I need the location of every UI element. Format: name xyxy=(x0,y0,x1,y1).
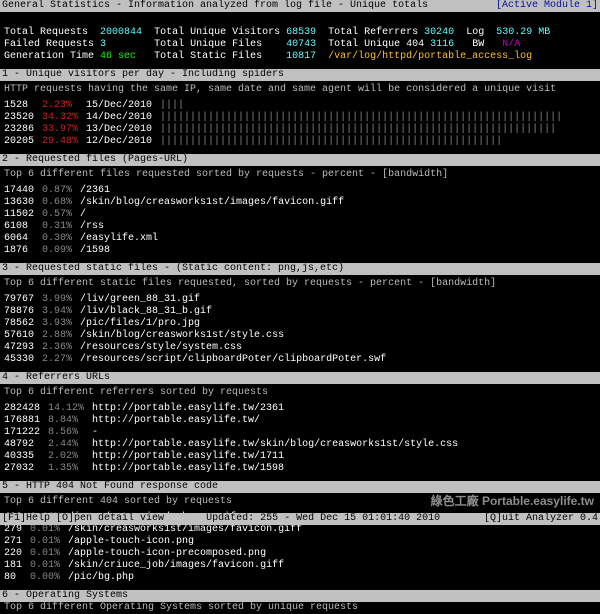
table-row: 800.00%/pic/bg.php xyxy=(4,572,310,584)
table-row: 472932.36%/resources/style/system.css xyxy=(4,342,394,354)
table-row: 1810.01%/skin/criuce_job/images/favicon.… xyxy=(4,560,310,572)
referrers-table: 28242814.12%http://portable.easylife.tw/… xyxy=(4,403,466,475)
table-row: 797673.99%/liv/green_88_31.gif xyxy=(4,294,394,306)
section3-body: Top 6 different static files requested, … xyxy=(0,275,600,372)
table-row: 2352034.32%14/Dec/2010||||||||||||||||||… xyxy=(4,112,570,124)
total-static-files: 10817 xyxy=(286,51,316,62)
total-unique-visitors: 68539 xyxy=(286,27,316,38)
section2-header[interactable]: 2 - Requested files (Pages-URL) xyxy=(0,154,600,166)
visitors-table: 15282.23%15/Dec/2010|||| 2352034.32%14/D… xyxy=(4,100,570,148)
table-row: 2710.01%/apple-touch-icon.png xyxy=(4,536,310,548)
files-table: 174400.87%/2361 136300.68%/skin/blog/cre… xyxy=(4,185,352,257)
generation-time: 46 sec xyxy=(100,51,136,62)
bw-value: N/A xyxy=(502,39,520,50)
table-row: 115020.57%/ xyxy=(4,209,352,221)
table-row: 18760.09%/1598 xyxy=(4,245,352,257)
table-row: 788763.94%/liv/black_88_31_b.gif xyxy=(4,306,394,318)
summary-block: Total Requests 2000844 Total Unique Visi… xyxy=(0,12,600,69)
general-header: [Active Module 1] General Statistics - I… xyxy=(0,0,600,12)
section2-body: Top 6 different files requested sorted b… xyxy=(0,166,600,263)
total-unique-404: 3116 xyxy=(430,39,454,50)
table-row: 403352.02%http://portable.easylife.tw/17… xyxy=(4,451,466,463)
table-row: 2020529.48%12/Dec/2010||||||||||||||||||… xyxy=(4,136,570,148)
active-module-label: [Active Module 1] xyxy=(496,0,598,12)
section5-header[interactable]: 5 - HTTP 404 Not Found response code xyxy=(0,481,600,493)
table-row: 15282.23%15/Dec/2010|||| xyxy=(4,100,570,112)
table-row: 2200.01%/apple-touch-icon-precomposed.pn… xyxy=(4,548,310,560)
log-path: /var/log/httpd/portable_access_log xyxy=(328,51,532,62)
table-row: 60640.30%/easylife.xml xyxy=(4,233,352,245)
section4-body: Top 6 different referrers sorted by requ… xyxy=(0,384,600,481)
table-row: 2790.01%/skin/creasworks1st/images/favic… xyxy=(4,524,310,536)
total-requests: 2000844 xyxy=(100,27,142,38)
section1-header[interactable]: 1 - Unique visitors per day - Including … xyxy=(0,69,600,81)
table-row: 2328633.97%13/Dec/2010||||||||||||||||||… xyxy=(4,124,570,136)
table-row: 453302.27%/resources/script/clipboardPot… xyxy=(4,354,394,366)
watermark: 綠色工廠 Portable.easylife.tw xyxy=(431,495,594,507)
table-row: 136300.68%/skin/blog/creasworks1st/image… xyxy=(4,197,352,209)
section3-header[interactable]: 3 - Requested static files - (Static con… xyxy=(0,263,600,275)
table-row: 61080.31%/rss xyxy=(4,221,352,233)
section3-desc: Top 6 different static files requested, … xyxy=(4,278,596,290)
total-referrers: 30240 xyxy=(424,27,454,38)
table-row: 270321.35%http://portable.easylife.tw/15… xyxy=(4,463,466,475)
help-key[interactable]: [F1]Help xyxy=(2,513,50,524)
section1-body: HTTP requests having the same IP, same d… xyxy=(0,81,600,154)
quit-key[interactable]: [Q]uit Analyzer 0.4 xyxy=(484,513,598,525)
total-unique-files: 40743 xyxy=(286,39,316,50)
table-row: 1712228.56%- xyxy=(4,427,466,439)
open-key[interactable]: [O]pen detail view xyxy=(56,513,164,524)
static-files-table: 797673.99%/liv/green_88_31.gif 788763.94… xyxy=(4,294,394,366)
section4-desc: Top 6 different referrers sorted by requ… xyxy=(4,387,596,399)
table-row: 174400.87%/2361 xyxy=(4,185,352,197)
table-row: 28242814.12%http://portable.easylife.tw/… xyxy=(4,403,466,415)
section1-desc: HTTP requests having the same IP, same d… xyxy=(4,84,596,96)
table-row: 785623.93%/pic/files/1/pro.jpg xyxy=(4,318,394,330)
section6-header[interactable]: 6 - Operating Systems xyxy=(0,590,600,602)
table-row: 487922.44%http://portable.easylife.tw/sk… xyxy=(4,439,466,451)
table-row: 576102.88%/skin/blog/creasworks1st/style… xyxy=(4,330,394,342)
general-title: General Statistics - Information analyze… xyxy=(2,0,428,11)
table-row: 1768818.84%http://portable.easylife.tw/ xyxy=(4,415,466,427)
section4-header[interactable]: 4 - Referrers URLs xyxy=(0,372,600,384)
section2-desc: Top 6 different files requested sorted b… xyxy=(4,169,596,181)
footer-status: Updated: 255 - Wed Dec 15 01:01:40 2010 xyxy=(206,513,440,524)
log-size: 530.29 MB xyxy=(496,27,550,38)
failed-requests: 3 xyxy=(100,39,106,50)
footer-bar: [F1]Help [O]pen detail view Updated: 255… xyxy=(0,513,600,525)
section6-desc: Top 6 different Operating Systems sorted… xyxy=(0,602,600,614)
